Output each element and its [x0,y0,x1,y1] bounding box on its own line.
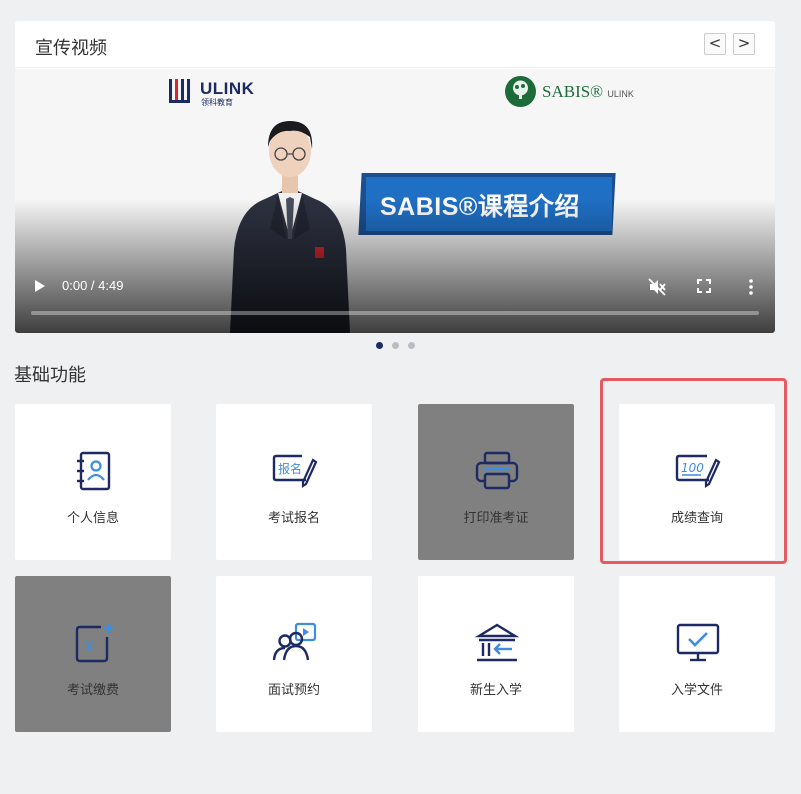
tile-print-admission-ticket[interactable]: 打印准考证 [418,404,574,560]
tile-label: 考试报名 [267,511,320,526]
carousel-indicator [372,342,422,350]
tile-label: 个人信息 [66,511,119,526]
tile-new-student-enrollment[interactable]: 新生入学 [418,576,574,732]
promo-video-card: 宣传视频 < > ULINK 领科教育 SABIS® ULINK 0:00 / … [15,21,775,333]
carousel-next-button[interactable]: > [733,33,755,55]
sabis-logo-text: SABIS® ULINK [542,82,634,102]
printer-icon [475,451,519,490]
tile-label: 成绩查询 [670,511,723,526]
time-display: 0:00 / 4:49 [62,278,124,293]
enrollment-icon [474,623,520,662]
video-progress-bar[interactable] [31,311,759,315]
svg-text:100: 100 [681,461,704,475]
muted-volume-icon[interactable] [647,277,667,297]
carousel-dot-3[interactable] [408,342,415,349]
ulink-logo-icon [169,79,190,103]
sabis-wordmark: SABIS® [542,82,604,101]
interview-icon [272,622,317,661]
video-controls: 0:00 / 4:49 [15,274,775,324]
tile-label: 考试缴费 [66,683,119,698]
sabis-tree-icon [505,76,536,107]
tile-score-query[interactable]: 100 成绩查询 [619,404,775,560]
exam-signup-icon: 报名 [272,454,318,489]
tile-exam-signup[interactable]: 报名 考试报名 [216,404,372,560]
payment-icon: ¥ [75,623,114,663]
svg-text:¥: ¥ [84,637,94,656]
play-icon[interactable] [32,278,48,294]
ulink-logo-text: ULINK [200,79,255,98]
video-player[interactable]: ULINK 领科教育 SABIS® ULINK 0:00 / 4:49 [15,69,775,333]
tile-label: 入学文件 [670,683,723,698]
carousel-dot-1[interactable] [376,342,383,349]
carousel-dot-2[interactable] [392,342,399,349]
sabis-logo: SABIS® ULINK [505,76,635,108]
more-options-icon[interactable] [745,277,757,297]
tile-label: 打印准考证 [463,511,529,526]
svg-text:报名: 报名 [278,461,302,476]
carousel-prev-button[interactable]: < [704,33,726,55]
fullscreen-icon[interactable] [696,278,712,294]
tile-exam-payment[interactable]: ¥ 考试缴费 [15,576,171,732]
contact-book-icon [77,451,111,491]
video-section-title: 宣传视频 [35,38,107,59]
document-monitor-icon [676,623,720,662]
tile-label: 新生入学 [469,683,522,698]
sabis-suffix: ULINK [607,89,634,99]
tile-personal-info[interactable]: 个人信息 [15,404,171,560]
video-card-header: 宣传视频 < > [15,21,775,68]
basic-functions-title: 基础功能 [14,365,86,386]
score-query-icon: 100 [675,454,721,489]
tile-interview-booking[interactable]: 面试预约 [216,576,372,732]
tile-enrollment-documents[interactable]: 入学文件 [619,576,775,732]
tile-label: 面试预约 [267,683,320,698]
